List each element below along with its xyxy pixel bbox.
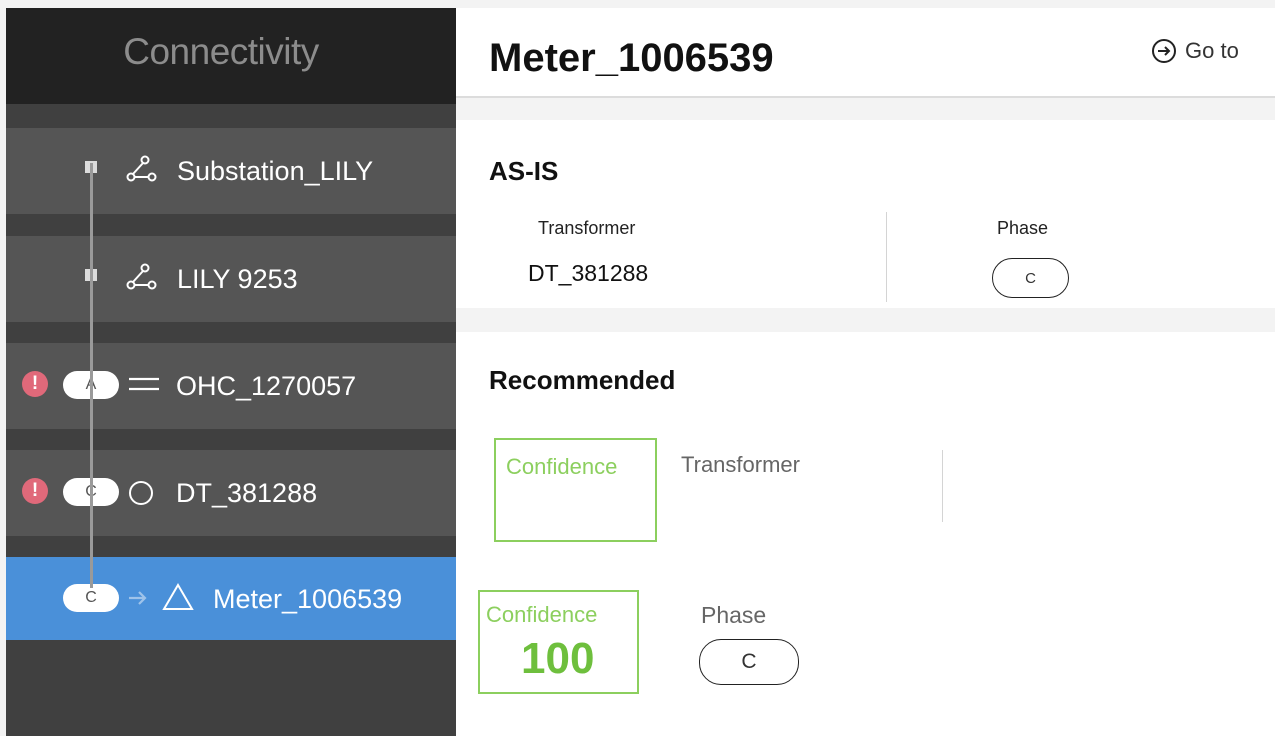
column-divider bbox=[886, 212, 887, 302]
tree-item-feeder[interactable]: LILY 9253 bbox=[6, 236, 456, 322]
section-separator bbox=[456, 308, 1275, 332]
circle-icon bbox=[129, 481, 153, 505]
column-divider bbox=[942, 450, 943, 522]
tree-item-label: DT_381288 bbox=[176, 478, 318, 508]
as-is-phase-value: C bbox=[992, 258, 1069, 298]
recommended-heading: Recommended bbox=[489, 365, 676, 395]
arrow-circle-right-icon bbox=[1152, 39, 1176, 63]
details-header: Meter_1006539 Go to bbox=[456, 8, 1275, 98]
as-is-transformer-label: Transformer bbox=[538, 218, 636, 238]
sidebar-header: Connectivity bbox=[6, 8, 456, 104]
confidence-label: Confidence bbox=[506, 454, 618, 479]
transformer-confidence-box: Confidence bbox=[494, 438, 657, 542]
phase-pill: C bbox=[63, 584, 119, 612]
phase-confidence-box: Confidence 100 bbox=[478, 590, 639, 694]
confidence-label: Confidence bbox=[486, 602, 598, 627]
details-panel: Meter_1006539 Go to AS-IS Transformer DT… bbox=[456, 8, 1275, 736]
recommended-phase-value: C bbox=[699, 639, 799, 685]
tree-connector-line bbox=[90, 163, 93, 588]
as-is-heading: AS-IS bbox=[489, 156, 559, 186]
alert-icon: ! bbox=[22, 371, 48, 397]
as-is-phase-label: Phase bbox=[997, 218, 1049, 238]
page-title: Meter_1006539 bbox=[489, 36, 774, 80]
confidence-value: 100 bbox=[521, 634, 595, 683]
go-to-link[interactable]: Go to bbox=[1151, 38, 1239, 64]
as-is-transformer-value: DT_381288 bbox=[528, 260, 649, 286]
arrow-right-icon bbox=[129, 591, 147, 605]
tree-item-label: Meter_1006539 bbox=[213, 584, 403, 614]
alert-icon: ! bbox=[22, 478, 48, 504]
go-to-label: Go to bbox=[1185, 38, 1239, 63]
tree-item-label: OHC_1270057 bbox=[176, 371, 357, 401]
conductor-lines-icon bbox=[129, 377, 159, 391]
feeder-icon bbox=[126, 263, 157, 290]
section-separator bbox=[456, 98, 1275, 120]
feeder-icon bbox=[126, 155, 157, 182]
triangle-icon bbox=[162, 583, 194, 610]
tree-item-transformer[interactable]: ! C DT_381288 bbox=[6, 450, 456, 536]
tree-item-label: Substation_LILY bbox=[177, 156, 374, 186]
connectivity-sidebar: Connectivity Substation_LILY LILY 9253 !… bbox=[6, 8, 456, 736]
sidebar-title: Connectivity bbox=[123, 31, 319, 72]
recommended-transformer-label: Transformer bbox=[681, 452, 800, 477]
tree-item-label: LILY 9253 bbox=[177, 264, 298, 294]
tree-item-substation[interactable]: Substation_LILY bbox=[6, 128, 456, 214]
tree-item-meter[interactable]: C Meter_1006539 bbox=[6, 557, 456, 640]
recommended-phase-label: Phase bbox=[701, 602, 767, 628]
tree-item-conductor[interactable]: ! A OHC_1270057 bbox=[6, 343, 456, 429]
